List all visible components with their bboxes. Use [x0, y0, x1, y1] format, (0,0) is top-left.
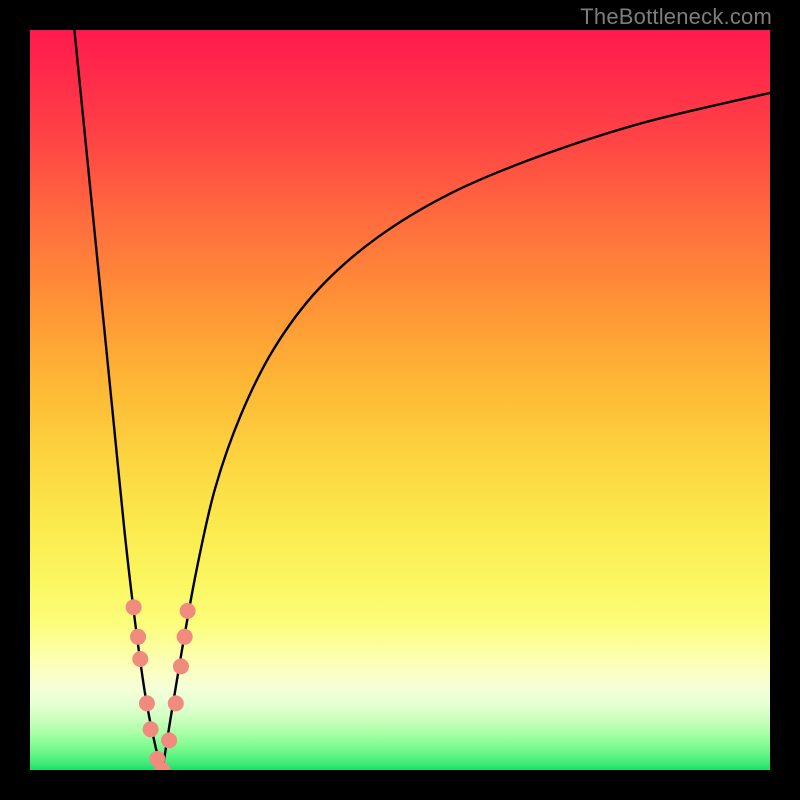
scatter-dot: [161, 732, 177, 748]
chart-svg: [30, 30, 770, 770]
curve-left: [74, 30, 162, 770]
curve-right: [162, 93, 770, 770]
scatter-dot: [132, 651, 148, 667]
scatter-dot: [177, 629, 193, 645]
scatter-dot: [143, 721, 159, 737]
scatter-dot: [173, 658, 189, 674]
scatter-dot: [168, 695, 184, 711]
scatter-dot: [139, 695, 155, 711]
scatter-dot: [126, 599, 142, 615]
chart-frame: TheBottleneck.com: [0, 0, 800, 800]
scatter-dot: [180, 603, 196, 619]
scatter-dot: [130, 629, 146, 645]
plot-area: [30, 30, 770, 770]
watermark-text: TheBottleneck.com: [580, 4, 772, 30]
